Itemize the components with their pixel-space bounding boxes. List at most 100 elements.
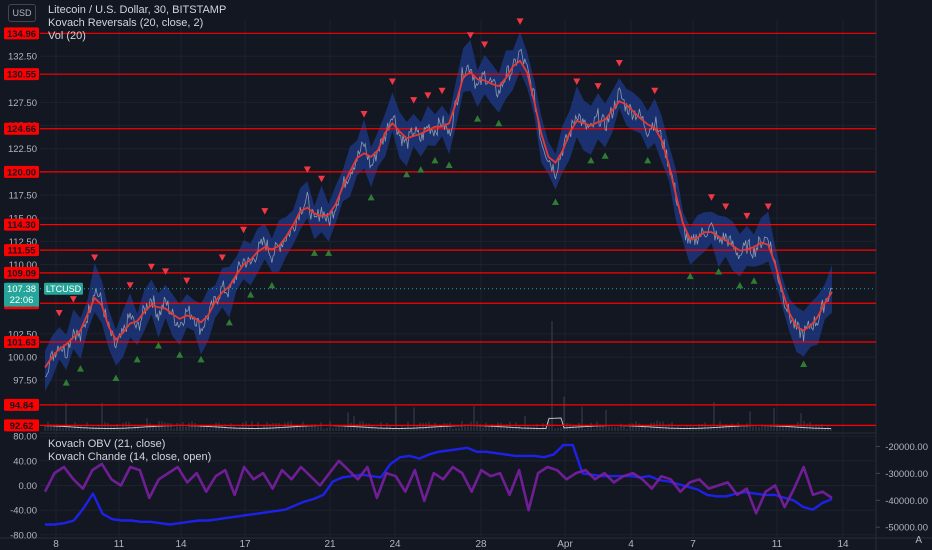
reversal-down-arrow bbox=[240, 226, 248, 234]
reversal-up-arrow bbox=[112, 374, 120, 381]
current-price-value: 107.38 bbox=[7, 284, 36, 295]
kovach-chande-line bbox=[43, 459, 833, 515]
time-tick-label: 4 bbox=[628, 539, 634, 550]
volatility-band bbox=[45, 31, 832, 392]
chart-title: Litecoin / U.S. Dollar, 30, BITSTAMP bbox=[48, 4, 227, 16]
time-tick-label: 14 bbox=[837, 539, 849, 550]
price-tick-label: 127.50 bbox=[8, 98, 37, 109]
reversal-up-arrow bbox=[268, 281, 276, 289]
reversal-up-arrow bbox=[551, 198, 559, 205]
reversal-down-arrow bbox=[162, 268, 170, 275]
reversal-up-arrow bbox=[800, 360, 808, 368]
reversal-down-arrow bbox=[516, 18, 524, 25]
osc-left-tick-label: 0.00 bbox=[19, 481, 38, 492]
osc-right-tick-label: -40000.00 bbox=[885, 496, 928, 507]
level-tag-label: 120.00 bbox=[7, 167, 36, 178]
volume-bars bbox=[44, 321, 832, 431]
price-tick-label: 100.00 bbox=[8, 353, 37, 364]
reversal-down-arrow bbox=[466, 32, 474, 39]
reversal-down-arrow bbox=[318, 175, 326, 183]
reversal-up-arrow bbox=[750, 277, 758, 284]
level-tag-label: 94.84 bbox=[10, 400, 34, 411]
reversal-down-arrow bbox=[615, 60, 623, 67]
price-tick-label: 97.50 bbox=[13, 376, 37, 387]
reversal-up-arrow bbox=[601, 152, 609, 159]
osc-left-tick-label: 40.00 bbox=[13, 456, 37, 467]
reversal-up-arrow bbox=[736, 281, 744, 289]
reversal-up-arrow bbox=[495, 119, 503, 127]
reversal-down-arrow bbox=[55, 310, 63, 317]
current-price-countdown: 22:06 bbox=[10, 295, 34, 306]
reversal-down-arrow bbox=[147, 263, 155, 271]
osc-right-tick-label: -20000.00 bbox=[885, 442, 928, 453]
reversal-up-arrow bbox=[715, 267, 723, 275]
reversal-up-arrow bbox=[644, 156, 652, 164]
time-tick-label: 17 bbox=[239, 539, 251, 550]
level-tag-label: 111.55 bbox=[7, 246, 36, 257]
time-tick-label: Apr bbox=[557, 539, 573, 550]
reversal-up-arrow bbox=[247, 291, 255, 298]
reversal-down-arrow bbox=[183, 277, 191, 285]
reversal-up-arrow bbox=[225, 318, 233, 326]
time-tick-label: 8 bbox=[53, 539, 59, 550]
reversal-down-arrow bbox=[707, 194, 715, 201]
time-tick-label: 24 bbox=[389, 539, 401, 550]
volume-ma-line bbox=[44, 417, 831, 429]
volatility-band-area bbox=[45, 31, 832, 392]
reversal-up-arrow bbox=[587, 156, 595, 164]
reversal-down-arrow bbox=[91, 254, 99, 261]
level-tag-label: 130.55 bbox=[7, 70, 37, 81]
reversal-arrows bbox=[55, 18, 808, 386]
price-series bbox=[40, 48, 876, 377]
level-tag-label: 101.63 bbox=[7, 337, 36, 348]
time-tick-label: 11 bbox=[772, 539, 783, 550]
time-tick-label: 28 bbox=[475, 539, 487, 550]
reversal-down-arrow bbox=[594, 83, 602, 90]
indicator-kovach-obv[interactable]: Kovach OBV (21, close) bbox=[48, 438, 165, 451]
level-tag-label: 92.62 bbox=[10, 421, 34, 432]
reversal-down-arrow bbox=[722, 203, 730, 211]
reversal-up-arrow bbox=[76, 365, 84, 372]
reversal-up-arrow bbox=[445, 161, 453, 168]
osc-left-tick-label: 80.00 bbox=[13, 432, 37, 443]
level-tag-label: 124.66 bbox=[7, 124, 36, 135]
price-tick-label: 122.50 bbox=[8, 144, 37, 155]
price-tick-label: 132.50 bbox=[8, 52, 37, 63]
osc-left-tick-label: -40.00 bbox=[10, 506, 37, 517]
time-tick-label: 14 bbox=[175, 539, 187, 550]
reversal-down-arrow bbox=[261, 208, 269, 215]
reversal-down-arrow bbox=[438, 87, 446, 95]
indicator-kovach-reversals[interactable]: Kovach Reversals (20, close, 2) bbox=[48, 17, 203, 30]
time-tick-label: 7 bbox=[690, 539, 696, 550]
reversal-down-arrow bbox=[424, 92, 432, 99]
auto-scale-button[interactable]: A bbox=[915, 535, 922, 546]
reversal-down-arrow bbox=[360, 110, 368, 118]
reversal-down-arrow bbox=[481, 41, 489, 49]
reversal-down-arrow bbox=[573, 78, 581, 86]
time-tick-label: 21 bbox=[324, 539, 336, 550]
reversal-down-arrow bbox=[764, 203, 772, 211]
reversal-up-arrow bbox=[176, 351, 184, 358]
level-tags: 134.96 130.55 124.66 120.00 114.30 111.55 109.… bbox=[4, 27, 83, 432]
level-tag-label: 134.96 bbox=[7, 29, 36, 40]
osc-left-tick-label: -80.00 bbox=[10, 530, 37, 541]
indicator-kovach-chande[interactable]: Kovach Chande (14, close, open) bbox=[48, 451, 211, 464]
osc-right-tick-label: -30000.00 bbox=[885, 469, 928, 480]
symbol-tag-label: LTCUSD bbox=[46, 284, 82, 294]
currency-button[interactable]: USD bbox=[8, 4, 36, 22]
level-tag-label: 109.09 bbox=[7, 268, 36, 279]
chart-canvas: 132.50127.50125.00122.50117.50115.00112.… bbox=[0, 0, 932, 550]
reversal-down-arrow bbox=[126, 282, 134, 289]
price-tick-label: 117.50 bbox=[9, 191, 37, 202]
reversal-up-arrow bbox=[417, 166, 425, 173]
reversal-up-arrow bbox=[154, 342, 162, 349]
osc-right-tick-label: -50000.00 bbox=[885, 523, 928, 534]
level-tag-label: 114.30 bbox=[7, 220, 36, 231]
reversal-down-arrow bbox=[69, 296, 77, 303]
time-tick-label: 11 bbox=[114, 539, 125, 550]
indicator-volume[interactable]: Vol (20) bbox=[48, 30, 86, 43]
price-line bbox=[44, 48, 833, 377]
reversal-down-arrow bbox=[218, 254, 226, 261]
reversal-up-arrow bbox=[431, 156, 439, 164]
reversal-up-arrow bbox=[473, 115, 481, 122]
